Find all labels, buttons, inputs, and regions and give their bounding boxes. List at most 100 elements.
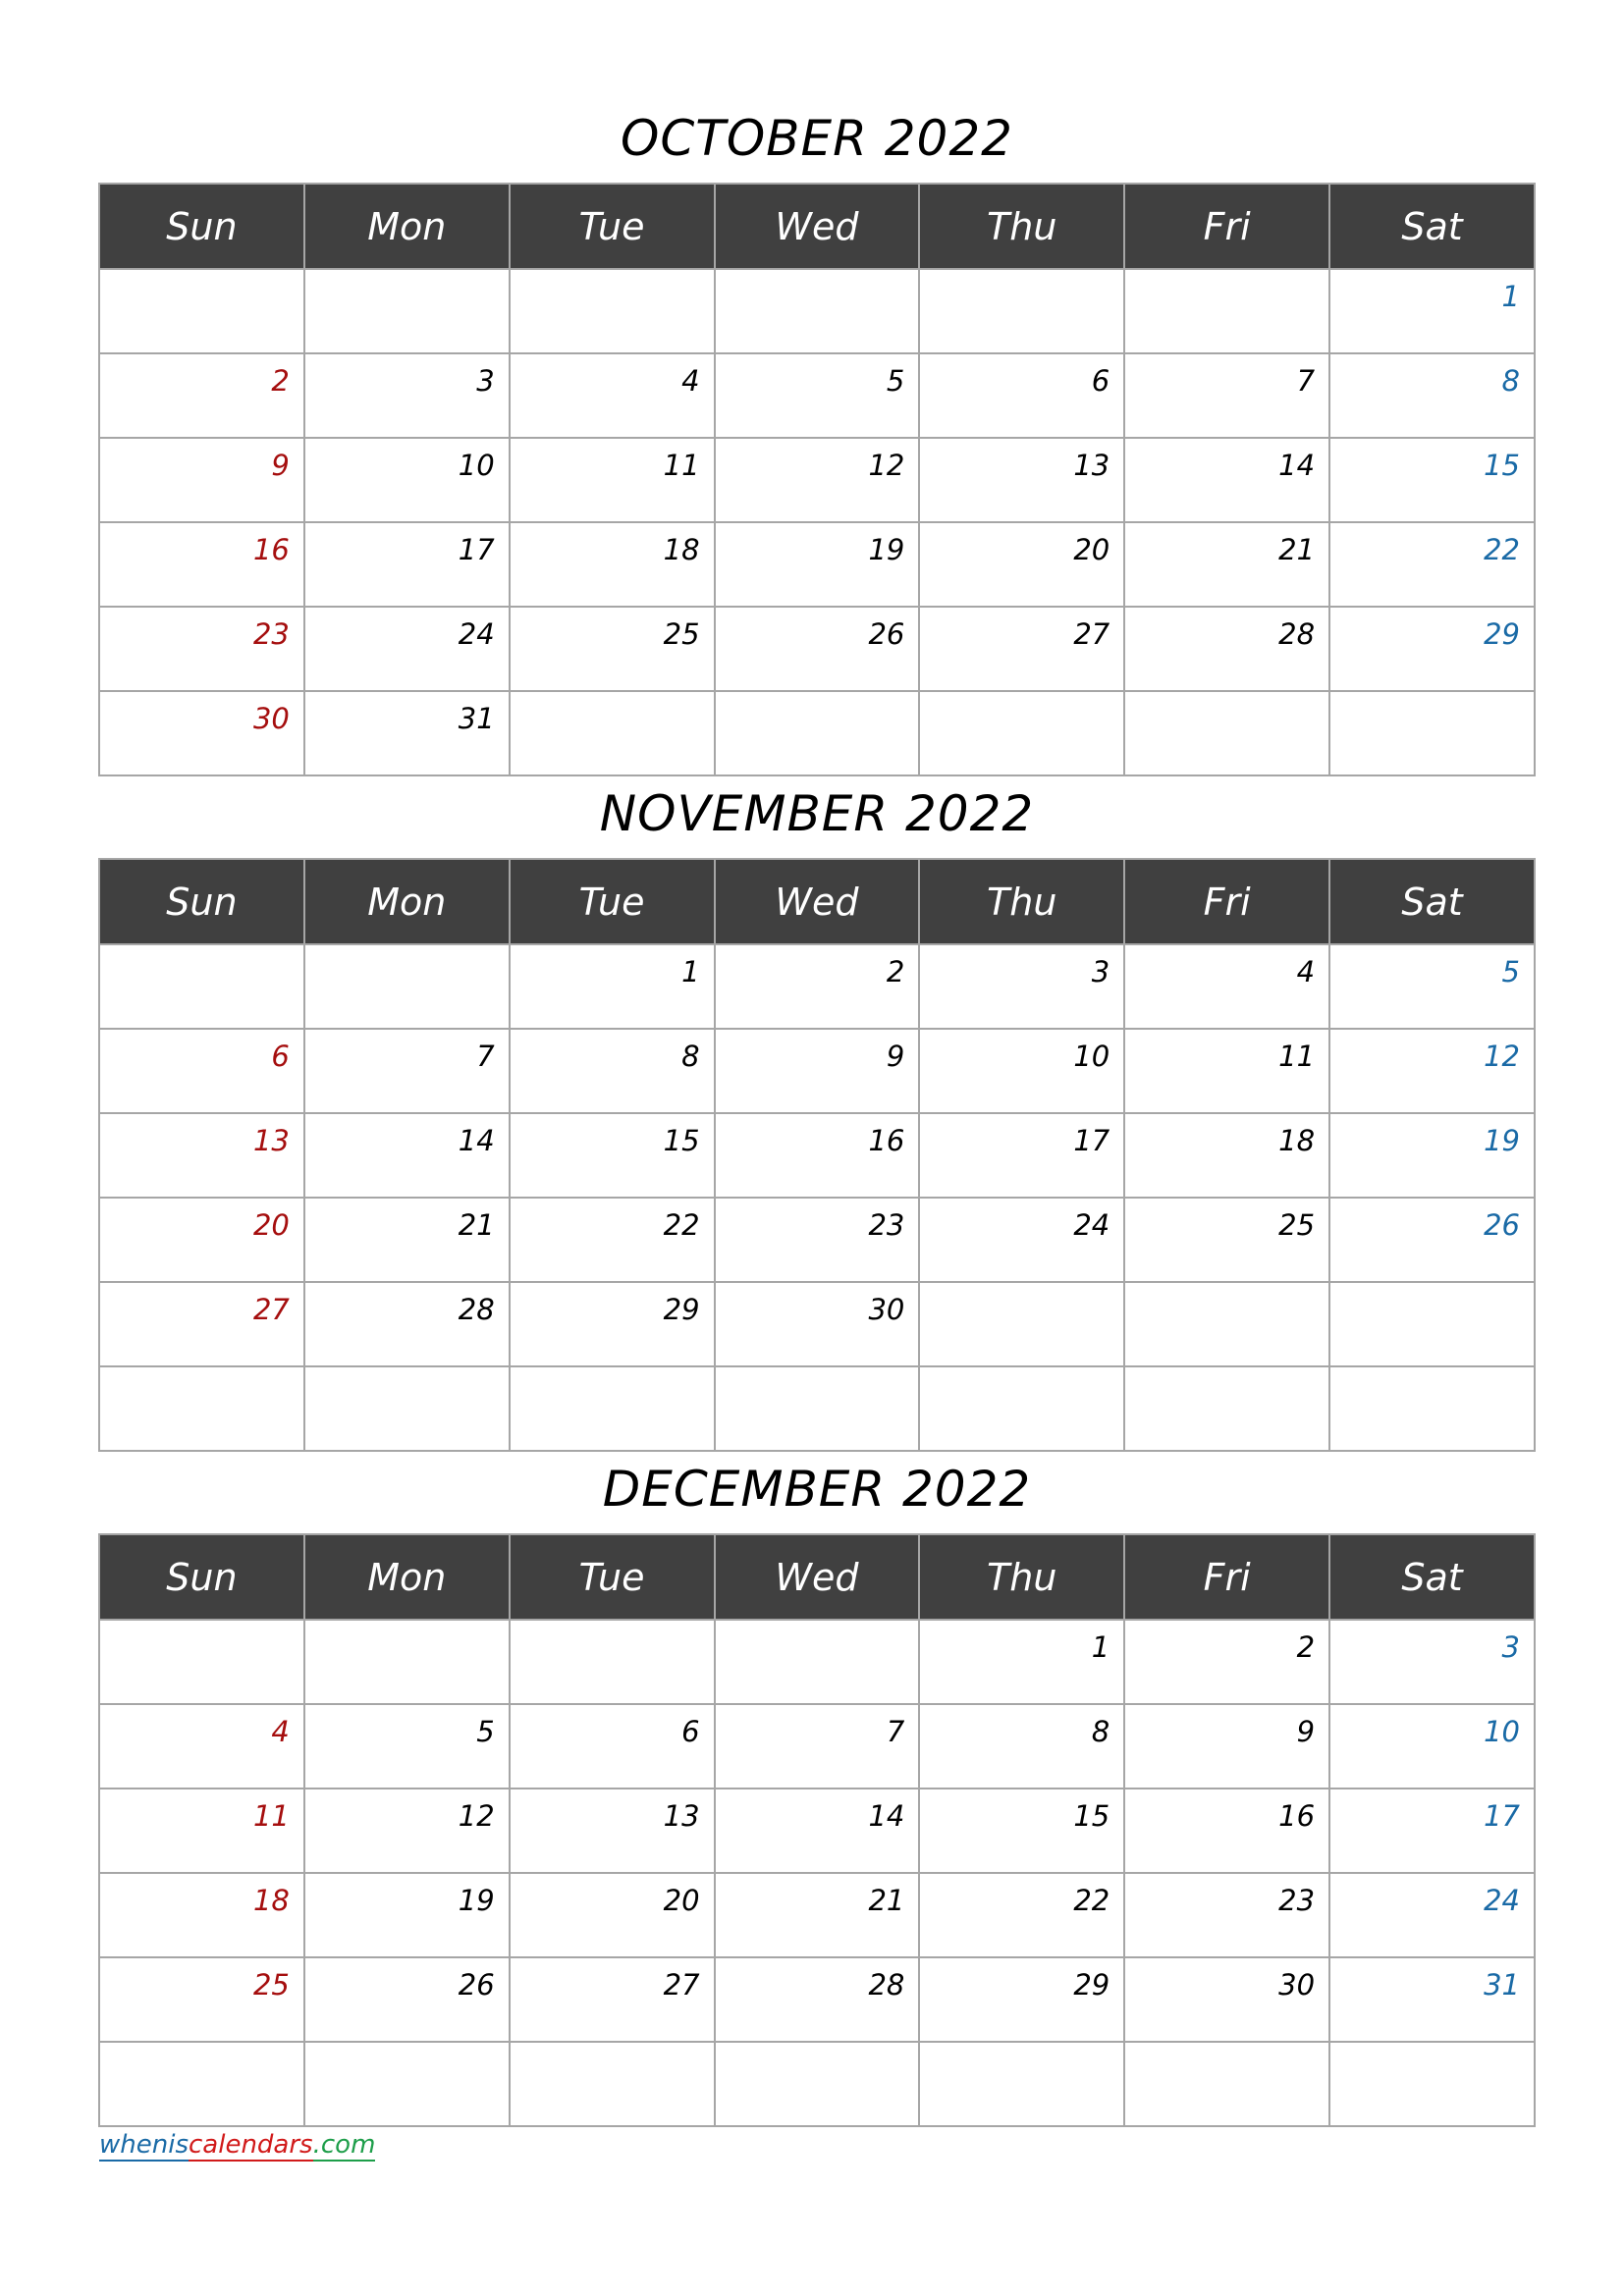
day-number (511, 692, 714, 741)
day-cell: 29 (1328, 606, 1536, 692)
day-number: 16 (868, 1124, 905, 1157)
day-number (100, 1621, 303, 1670)
day-number: 9 (271, 449, 290, 482)
day-number: 8 (1091, 1715, 1110, 1748)
day-cell (1123, 1281, 1331, 1367)
day-number: 30 (868, 1293, 905, 1326)
day-cell (508, 268, 716, 354)
day-number: 12 (1484, 1040, 1520, 1073)
day-number: 24 (458, 617, 495, 651)
month-2: DECEMBER 2022 Sun Mon Tue Wed Thu Fri Sat 1 2 3 4 5 6… (98, 1461, 1536, 2127)
day-cell (98, 943, 305, 1030)
day-number: 21 (458, 1208, 495, 1242)
day-number: 18 (663, 533, 700, 566)
day-cell: 2 (713, 943, 921, 1030)
day-cell: 26 (302, 1956, 511, 2043)
weekday-header-thu: Thu (918, 1533, 1126, 1621)
day-cell: 12 (1328, 1028, 1536, 1114)
day-number: 3 (1091, 955, 1110, 988)
day-number: 12 (458, 1799, 495, 1833)
day-number: 9 (1296, 1715, 1316, 1748)
day-cell: 30 (1123, 1956, 1331, 2043)
month-grid: Sun Mon Tue Wed Thu Fri Sat 1 2 3 4 5 6 7 8 9 10 11 12 13 14… (98, 183, 1536, 776)
day-cell: 6 (918, 352, 1126, 439)
day-cell: 17 (1328, 1788, 1536, 1874)
day-number: 25 (663, 617, 700, 651)
weekday-header-thu: Thu (918, 183, 1126, 270)
day-number: 31 (458, 702, 495, 735)
day-cell: 17 (302, 521, 511, 608)
day-number: 2 (1296, 1630, 1316, 1664)
day-number: 31 (1484, 1968, 1520, 2002)
month-grid: Sun Mon Tue Wed Thu Fri Sat 1 2 3 4 5 6 7 8 9 10 11 12 13 14… (98, 1533, 1536, 2127)
day-number: 9 (886, 1040, 905, 1073)
month-0: OCTOBER 2022 Sun Mon Tue Wed Thu Fri Sat 1 2 3 4 5 6 7… (98, 110, 1536, 776)
day-cell: 18 (508, 521, 716, 608)
week-row: 11 12 13 14 15 16 17 (98, 1788, 1536, 1874)
footer-website-link[interactable]: wheniscalendars.com (99, 2130, 376, 2162)
day-cell: 2 (1123, 1619, 1331, 1705)
weekday-header-mon: Mon (302, 858, 511, 945)
day-cell: 22 (918, 1872, 1126, 1958)
day-cell: 25 (508, 606, 716, 692)
day-number (1330, 1367, 1534, 1416)
day-cell: 12 (302, 1788, 511, 1874)
day-number: 13 (663, 1799, 700, 1833)
day-cell: 24 (1328, 1872, 1536, 1958)
day-number: 8 (1501, 364, 1520, 398)
day-cell: 19 (302, 1872, 511, 1958)
weekday-header-row: Sun Mon Tue Wed Thu Fri Sat (98, 1533, 1536, 1621)
day-cell: 23 (98, 606, 305, 692)
day-cell: 4 (508, 352, 716, 439)
day-cell: 13 (918, 437, 1126, 523)
day-number (920, 1367, 1123, 1416)
day-number: 15 (1484, 449, 1520, 482)
day-number: 3 (476, 364, 495, 398)
day-cell: 13 (98, 1112, 305, 1199)
day-number: 25 (1278, 1208, 1316, 1242)
day-number: 18 (252, 1884, 290, 1917)
day-number: 4 (681, 364, 700, 398)
day-number: 15 (1073, 1799, 1110, 1833)
week-row: 9 10 11 12 13 14 15 (98, 437, 1536, 523)
day-cell: 23 (713, 1197, 921, 1283)
day-number: 23 (1278, 1884, 1316, 1917)
day-number: 12 (868, 449, 905, 482)
month-title: OCTOBER 2022 (621, 110, 1013, 167)
day-number (1125, 692, 1328, 741)
day-number (1330, 1283, 1534, 1332)
day-number (305, 2043, 509, 2092)
day-cell: 11 (1123, 1028, 1331, 1114)
day-number: 27 (252, 1293, 290, 1326)
day-number: 4 (271, 1715, 290, 1748)
day-cell: 2 (98, 352, 305, 439)
day-cell: 6 (508, 1703, 716, 1789)
day-number: 16 (1278, 1799, 1316, 1833)
day-cell: 9 (1123, 1703, 1331, 1789)
day-number: 26 (458, 1968, 495, 2002)
day-cell: 7 (713, 1703, 921, 1789)
day-cell: 29 (918, 1956, 1126, 2043)
day-number: 13 (252, 1124, 290, 1157)
day-cell: 10 (302, 437, 511, 523)
week-row: 6 7 8 9 10 11 12 (98, 1028, 1536, 1114)
day-number (716, 1367, 919, 1416)
day-number: 28 (458, 1293, 495, 1326)
footer-part-com: .com (312, 2130, 376, 2162)
day-number: 22 (1073, 1884, 1110, 1917)
day-cell (1328, 1281, 1536, 1367)
day-number: 24 (1484, 1884, 1520, 1917)
day-cell: 25 (98, 1956, 305, 2043)
weekday-header-sun: Sun (98, 183, 305, 270)
day-cell: 17 (918, 1112, 1126, 1199)
day-cell: 14 (1123, 437, 1331, 523)
day-cell: 28 (302, 1281, 511, 1367)
day-number: 30 (252, 702, 290, 735)
day-cell: 8 (508, 1028, 716, 1114)
weekday-header-sun: Sun (98, 1533, 305, 1621)
day-cell (918, 1365, 1126, 1452)
day-number: 5 (1501, 955, 1520, 988)
day-number (1125, 2043, 1328, 2092)
week-row: 4 5 6 7 8 9 10 (98, 1703, 1536, 1789)
day-number: 22 (663, 1208, 700, 1242)
